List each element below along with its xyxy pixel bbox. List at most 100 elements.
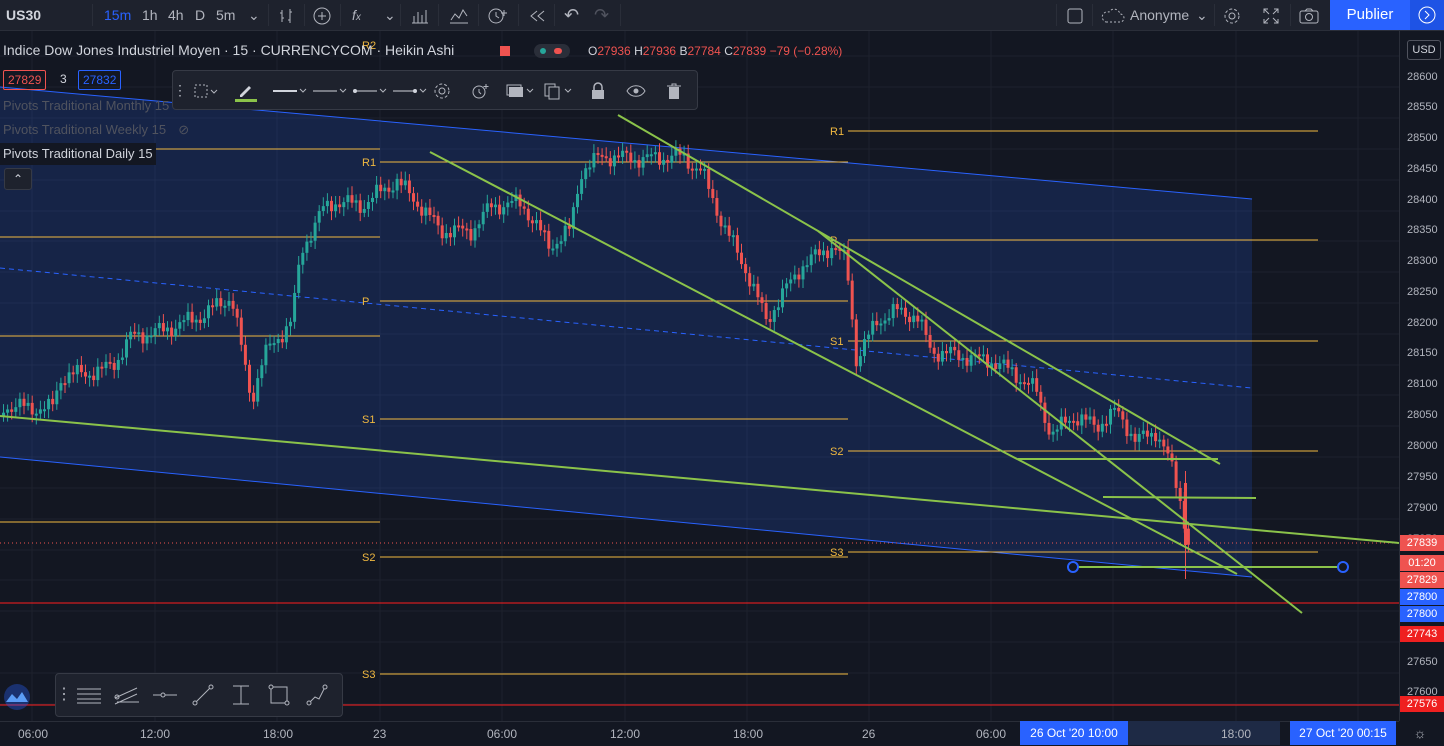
line-width-icon[interactable]: [269, 71, 309, 109]
price-label: 28400: [1407, 194, 1438, 206]
visual-order-icon[interactable]: [503, 71, 539, 109]
trend-line[interactable]: [1102, 496, 1257, 499]
gear-icon[interactable]: [427, 71, 457, 109]
pivot-label: S1: [362, 414, 375, 426]
tradingview-logo-icon[interactable]: [0, 682, 34, 712]
status-dot-icon: [554, 48, 562, 54]
chevron-down-icon[interactable]: ⌄: [1196, 0, 1208, 30]
fib-channel-tool-icon[interactable]: [108, 674, 146, 716]
interval-15m[interactable]: 15m: [104, 0, 131, 30]
redo-icon[interactable]: ↷: [594, 0, 609, 30]
fullscreen-layout-icon[interactable]: [1066, 0, 1084, 30]
undo-icon[interactable]: ↶: [564, 0, 579, 30]
candle: [850, 273, 854, 328]
pivot-label: S1: [830, 336, 843, 348]
interval-d[interactable]: D: [195, 0, 205, 30]
trash-icon[interactable]: [659, 71, 689, 109]
user-name[interactable]: Anonyme: [1130, 0, 1189, 30]
price-label: 28450: [1407, 163, 1438, 175]
rectangle-tool-icon[interactable]: [260, 674, 298, 716]
price-label: 28150: [1407, 347, 1438, 359]
price-tag: 27839: [1400, 535, 1444, 551]
price-label: 28250: [1407, 286, 1438, 298]
pivot-label: R1: [830, 126, 844, 138]
spread-value: 3: [60, 72, 67, 86]
price-label: 27950: [1407, 471, 1438, 483]
chevron-down-icon[interactable]: ⌄: [248, 0, 260, 30]
publish-button[interactable]: Publier: [1330, 0, 1410, 30]
time-label: 12:00: [140, 727, 171, 741]
line-handle[interactable]: [1067, 561, 1079, 573]
indicator-pivots-monthly[interactable]: Pivots Traditional Monthly 15: [0, 95, 172, 117]
eye-icon[interactable]: [621, 71, 651, 109]
select-template-icon[interactable]: [191, 71, 221, 109]
eye-hidden-icon[interactable]: ⊘: [170, 119, 198, 141]
divider: [268, 4, 269, 26]
settings-gear-icon[interactable]: ☼: [1410, 725, 1430, 743]
pivot-label: R1: [362, 157, 376, 169]
divider: [620, 4, 621, 26]
financials-icon[interactable]: [410, 0, 430, 30]
path-tool-icon[interactable]: [298, 674, 336, 716]
bid-price-button[interactable]: 27829: [3, 70, 47, 90]
trend-line-tool-icon[interactable]: [184, 674, 222, 716]
lock-icon[interactable]: [583, 71, 613, 109]
divider: [1092, 4, 1093, 26]
cloud-icon[interactable]: [1100, 0, 1126, 30]
drag-handle-icon[interactable]: ⋮: [56, 674, 72, 716]
indicator-pivots-weekly[interactable]: Pivots Traditional Weekly 15 ⊘: [0, 119, 201, 141]
line-color-icon[interactable]: [231, 71, 261, 109]
drag-handle-icon[interactable]: ⋮: [173, 71, 187, 109]
flag-icon: [500, 46, 510, 56]
chart-type-icon[interactable]: [278, 0, 296, 30]
time-label: 23: [373, 727, 387, 741]
alert-icon[interactable]: [486, 0, 510, 30]
gear-icon[interactable]: [1222, 0, 1242, 30]
status-dot-icon: [540, 48, 546, 54]
pivot-label: S3: [830, 547, 843, 559]
templates-icon[interactable]: [448, 0, 470, 30]
price-label: 27650: [1407, 656, 1438, 668]
price-chart[interactable]: R1PS1S2S3R1PS1S2S3R2: [0, 31, 1399, 721]
clone-icon[interactable]: [541, 71, 577, 109]
interval-5m[interactable]: 5m: [216, 0, 235, 30]
symbol-legend-title[interactable]: Indice Dow Jones Industriel Moyen · 15 ·…: [3, 42, 454, 58]
interval-1h[interactable]: 1h: [142, 0, 158, 30]
drawing-toolbar: ⋮: [172, 70, 698, 110]
line-end-icon[interactable]: [389, 71, 429, 109]
add-alert-icon[interactable]: [465, 71, 495, 109]
price-tag: 01:20: [1400, 555, 1444, 571]
currency-button[interactable]: USD: [1407, 40, 1441, 60]
divider: [400, 4, 401, 26]
price-label: 28050: [1407, 409, 1438, 421]
divider: [438, 4, 439, 26]
replay-icon[interactable]: [528, 0, 546, 30]
pivot-label: S2: [362, 552, 375, 564]
interval-4h[interactable]: 4h: [168, 0, 184, 30]
line-handle[interactable]: [1337, 561, 1349, 573]
fullscreen-icon[interactable]: [1262, 0, 1280, 30]
chevron-down-icon[interactable]: ⌄: [384, 0, 396, 30]
symbol-search[interactable]: US30: [6, 0, 41, 30]
horizontal-ray-tool-icon[interactable]: [146, 674, 184, 716]
time-label: 18:00: [263, 727, 294, 741]
horizontal-lines-tool-icon[interactable]: [70, 674, 108, 716]
camera-icon[interactable]: [1298, 0, 1320, 30]
compare-add-icon[interactable]: [312, 0, 332, 30]
price-range-tool-icon[interactable]: [222, 674, 260, 716]
divider: [478, 4, 479, 26]
ask-price-button[interactable]: 27832: [78, 70, 122, 90]
line-style-icon[interactable]: [309, 71, 349, 109]
price-tag: 27576: [1400, 696, 1444, 712]
collapse-legend-button[interactable]: ⌃: [4, 168, 32, 190]
time-label: 26: [862, 727, 876, 741]
divider: [304, 4, 305, 26]
indicators-icon[interactable]: fx: [352, 0, 361, 30]
indicator-pivots-daily[interactable]: Pivots Traditional Daily 15: [0, 143, 156, 165]
favorite-drawings-toolbar: ⋮: [55, 673, 343, 717]
time-label: 06:00: [487, 727, 518, 741]
publish-menu-button[interactable]: [1410, 0, 1444, 30]
time-label: 06:00: [976, 727, 1007, 741]
line-start-icon[interactable]: [349, 71, 389, 109]
price-label: 28000: [1407, 440, 1438, 452]
